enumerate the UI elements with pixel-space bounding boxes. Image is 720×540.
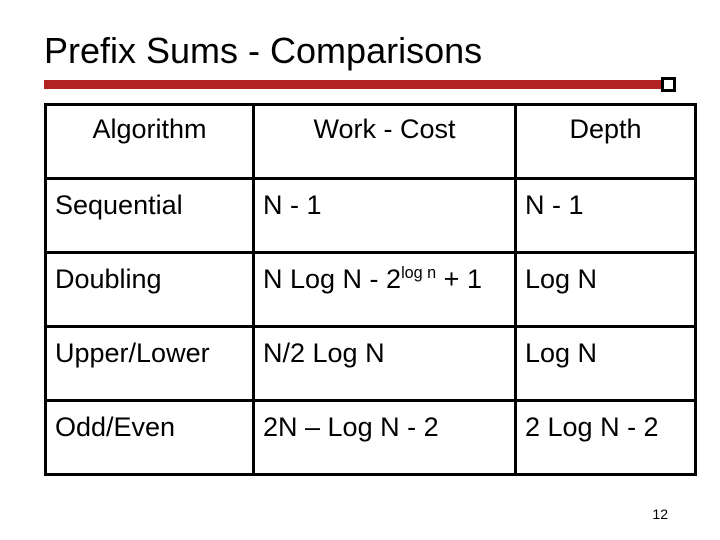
underline-square-icon — [661, 77, 676, 92]
title-underline — [44, 80, 676, 89]
slide: Prefix Sums - Comparisons Algorithm Work… — [0, 0, 720, 540]
cell-algorithm: Sequential — [46, 179, 254, 253]
cell-work: N/2 Log N — [254, 327, 516, 401]
cell-work: N - 1 — [254, 179, 516, 253]
cell-work: N Log N - 2log n + 1 — [254, 253, 516, 327]
header-depth: Depth — [516, 105, 696, 179]
table-header-row: Algorithm Work - Cost Depth — [46, 105, 696, 179]
comparison-table: Algorithm Work - Cost Depth Sequential N… — [44, 103, 697, 476]
cell-depth: Log N — [516, 327, 696, 401]
cell-algorithm: Odd/Even — [46, 401, 254, 475]
cell-algorithm: Doubling — [46, 253, 254, 327]
underline-bar — [44, 80, 676, 89]
cell-algorithm: Upper/Lower — [46, 327, 254, 401]
cell-depth: 2 Log N - 2 — [516, 401, 696, 475]
slide-title: Prefix Sums - Comparisons — [44, 30, 676, 72]
cell-depth: N - 1 — [516, 179, 696, 253]
page-number: 12 — [652, 506, 668, 522]
header-algorithm: Algorithm — [46, 105, 254, 179]
table-row: Upper/Lower N/2 Log N Log N — [46, 327, 696, 401]
header-work-cost: Work - Cost — [254, 105, 516, 179]
table-row: Sequential N - 1 N - 1 — [46, 179, 696, 253]
table-row: Odd/Even 2N – Log N - 2 2 Log N - 2 — [46, 401, 696, 475]
cell-work: 2N – Log N - 2 — [254, 401, 516, 475]
cell-depth: Log N — [516, 253, 696, 327]
table-row: Doubling N Log N - 2log n + 1 Log N — [46, 253, 696, 327]
